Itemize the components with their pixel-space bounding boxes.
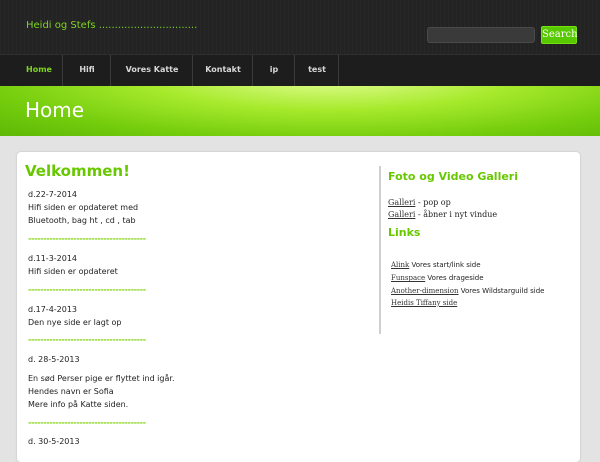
nav-item-vores-katte[interactable]: Vores Katte (112, 55, 192, 87)
news-text: Bluetooth, bag ht , cd , tab (28, 216, 136, 225)
site-header: Heidi og Stefs .........................… (0, 0, 600, 54)
link-alink[interactable]: Alink (391, 261, 409, 269)
news-date: d.17-4-2013 (28, 305, 78, 314)
nav-separator (192, 55, 193, 87)
news-text: Hendes navn er Sofia (28, 387, 114, 396)
news-date: d.22-7-2014 (28, 190, 78, 199)
column-separator (379, 166, 381, 334)
link-another-dimension[interactable]: Another-dimension (391, 287, 459, 295)
gallery-item: Galleri - pop op (388, 198, 451, 207)
news-divider: --------------------------------------- (28, 285, 146, 294)
news-divider: --------------------------------------- (28, 418, 146, 427)
nav-separator (294, 55, 295, 87)
links-heading: Links (388, 226, 421, 239)
news-divider: --------------------------------------- (28, 335, 146, 344)
news-text: Hifi siden er opdateret (28, 267, 118, 276)
search-input[interactable] (427, 27, 535, 43)
gallery-desc: - pop op (415, 198, 451, 207)
link-item: Alink Vores start/link side (391, 261, 481, 269)
nav-item-ip[interactable]: ip (254, 55, 294, 87)
nav-item-hifi[interactable]: Hifi (64, 55, 110, 87)
news-text: Mere info på Katte siden. (28, 400, 129, 409)
link-desc: Vores Wildstarguild side (458, 287, 545, 295)
content-panel: Velkommen! d.22-7-2014 Hifi siden er opd… (17, 152, 580, 462)
news-date: d. 30-5-2013 (28, 437, 80, 446)
nav-item-kontakt[interactable]: Kontakt (194, 55, 252, 87)
link-item: Funspace Vores drageside (391, 274, 484, 282)
link-item: Another-dimension Vores Wildstarguild si… (391, 287, 545, 295)
gallery-desc: - åbner i nyt vindue (415, 210, 498, 219)
nav-separator (62, 55, 63, 87)
gallery-heading: Foto og Video Galleri (388, 170, 518, 183)
news-text: Hifi siden er opdateret med (28, 203, 139, 212)
news-text: Den nye side er lagt op (28, 318, 122, 327)
nav-separator (338, 55, 339, 87)
site-title: Heidi og Stefs .........................… (26, 20, 198, 31)
news-date: d. 28-5-2013 (28, 355, 80, 364)
nav-item-test[interactable]: test (296, 55, 338, 87)
link-item: Heidis Tiffany side (391, 299, 457, 307)
link-desc: Vores start/link side (409, 261, 481, 269)
link-desc: Vores drageside (425, 274, 484, 282)
main-navigation: Home Hifi Vores Katte Kontakt ip test (0, 54, 600, 87)
search-button[interactable]: Search (541, 26, 578, 44)
news-date: d.11-3-2014 (28, 254, 78, 263)
gallery-item: Galleri - åbner i nyt vindue (388, 210, 497, 219)
nav-separator (252, 55, 253, 87)
link-funspace[interactable]: Funspace (391, 274, 425, 282)
news-divider: --------------------------------------- (28, 234, 146, 243)
news-text: En sød Perser pige er flyttet ind igår. (28, 374, 175, 383)
page-title: Home (25, 98, 85, 122)
welcome-heading: Velkommen! (25, 162, 130, 180)
gallery-link[interactable]: Galleri (388, 210, 415, 219)
gallery-link[interactable]: Galleri (388, 198, 415, 207)
link-heidis-tiffany[interactable]: Heidis Tiffany side (391, 299, 457, 307)
nav-item-home[interactable]: Home (18, 55, 60, 87)
page-banner: Home (0, 86, 600, 136)
nav-separator (110, 55, 111, 87)
